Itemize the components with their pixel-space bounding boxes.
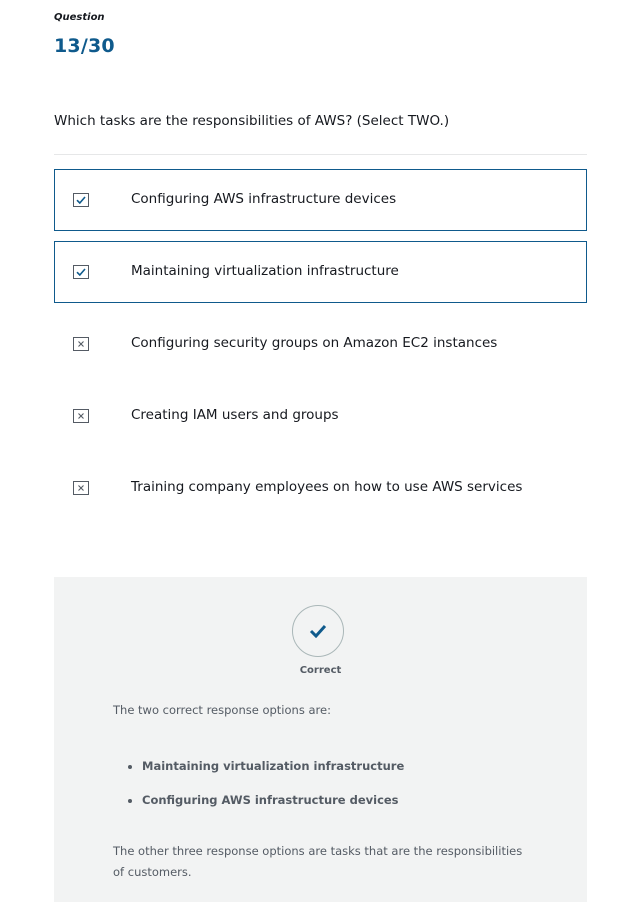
option-label: Configuring security groups on Amazon EC…: [131, 335, 498, 351]
question-text: Which tasks are the responsibilities of …: [54, 113, 450, 129]
checkbox-x-icon[interactable]: [73, 409, 89, 423]
checkbox-x-icon[interactable]: [73, 481, 89, 495]
option-label: Creating IAM users and groups: [131, 407, 339, 423]
question-number: 13/30: [54, 35, 115, 57]
option-label: Maintaining virtualization infrastructur…: [131, 263, 399, 279]
option-4[interactable]: Creating IAM users and groups: [54, 385, 587, 447]
feedback-panel: Correct The two correct response options…: [54, 577, 587, 902]
divider: [54, 154, 587, 155]
option-5[interactable]: Training company employees on how to use…: [54, 457, 587, 519]
option-3[interactable]: Configuring security groups on Amazon EC…: [54, 313, 587, 375]
list-item: Maintaining virtualization infrastructur…: [142, 755, 404, 789]
checkbox-x-icon[interactable]: [73, 337, 89, 351]
feedback-intro: The two correct response options are:: [113, 703, 331, 717]
option-2[interactable]: Maintaining virtualization infrastructur…: [54, 241, 587, 303]
checkbox-checked-icon[interactable]: [73, 265, 89, 279]
feedback-outro: The other three response options are tas…: [113, 844, 523, 879]
correct-answers-list: Maintaining virtualization infrastructur…: [113, 755, 404, 823]
option-label: Training company employees on how to use…: [131, 479, 523, 495]
checkbox-checked-icon[interactable]: [73, 193, 89, 207]
option-1[interactable]: Configuring AWS infrastructure devices: [54, 169, 587, 231]
option-label: Configuring AWS infrastructure devices: [131, 191, 397, 207]
feedback-status: Correct: [299, 665, 342, 676]
list-item: Configuring AWS infrastructure devices: [142, 789, 404, 823]
check-icon: [292, 605, 344, 657]
question-label: Question: [54, 12, 105, 23]
